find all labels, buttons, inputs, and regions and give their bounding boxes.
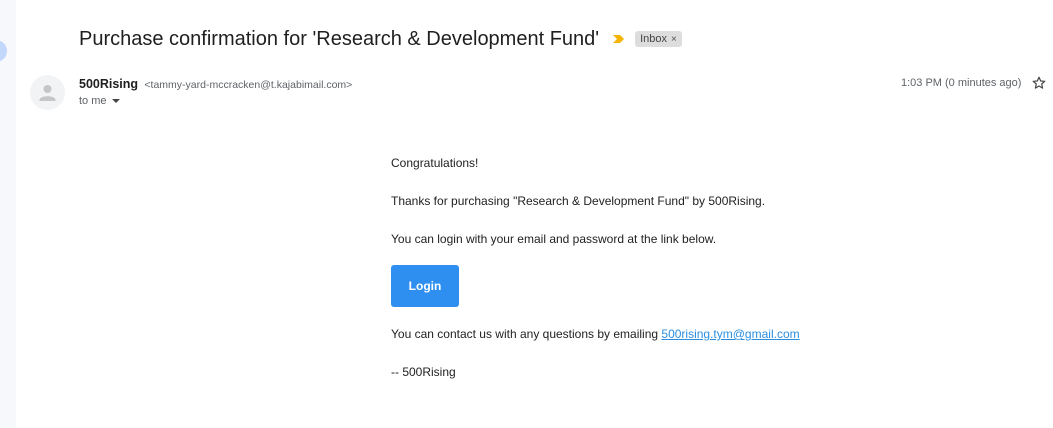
login-info-text: You can login with your email and passwo… [391, 232, 717, 246]
contact-email-link[interactable]: 500rising.tym@gmail.com [661, 327, 799, 341]
inbox-label-chip[interactable]: Inbox × [635, 31, 682, 47]
email-subject: Purchase confirmation for 'Research & De… [79, 27, 600, 50]
person-avatar-icon [39, 85, 56, 101]
avatar [30, 75, 65, 110]
chevron-down-icon[interactable] [111, 99, 120, 103]
signature-text: -- 500Rising [391, 365, 456, 379]
contact-text: You can contact us with any questions by… [391, 327, 800, 341]
contact-prefix: You can contact us with any questions by… [391, 327, 662, 341]
star-outline-icon[interactable] [1032, 76, 1046, 90]
inbox-label-text: Inbox [640, 33, 668, 45]
recipient-text: to me [79, 95, 107, 107]
email-timestamp: 1:03 PM (0 minutes ago) [901, 77, 1022, 89]
sender-line: 500Rising <tammy-yard-mccracken@t.kajabi… [79, 77, 352, 91]
left-nav-strip [0, 0, 16, 428]
remove-label-icon[interactable]: × [671, 34, 677, 45]
sender-name[interactable]: 500Rising [79, 77, 138, 91]
thanks-text: Thanks for purchasing "Research & Develo… [391, 194, 766, 208]
sender-email: <tammy-yard-mccracken@t.kajabimail.com> [144, 79, 353, 91]
importance-marker-icon[interactable] [612, 32, 626, 46]
login-button[interactable]: Login [391, 265, 459, 307]
subject-row: Purchase confirmation for 'Research & De… [79, 26, 682, 52]
greeting-text: Congratulations! [391, 156, 479, 170]
recipient-line: to me [79, 95, 120, 107]
